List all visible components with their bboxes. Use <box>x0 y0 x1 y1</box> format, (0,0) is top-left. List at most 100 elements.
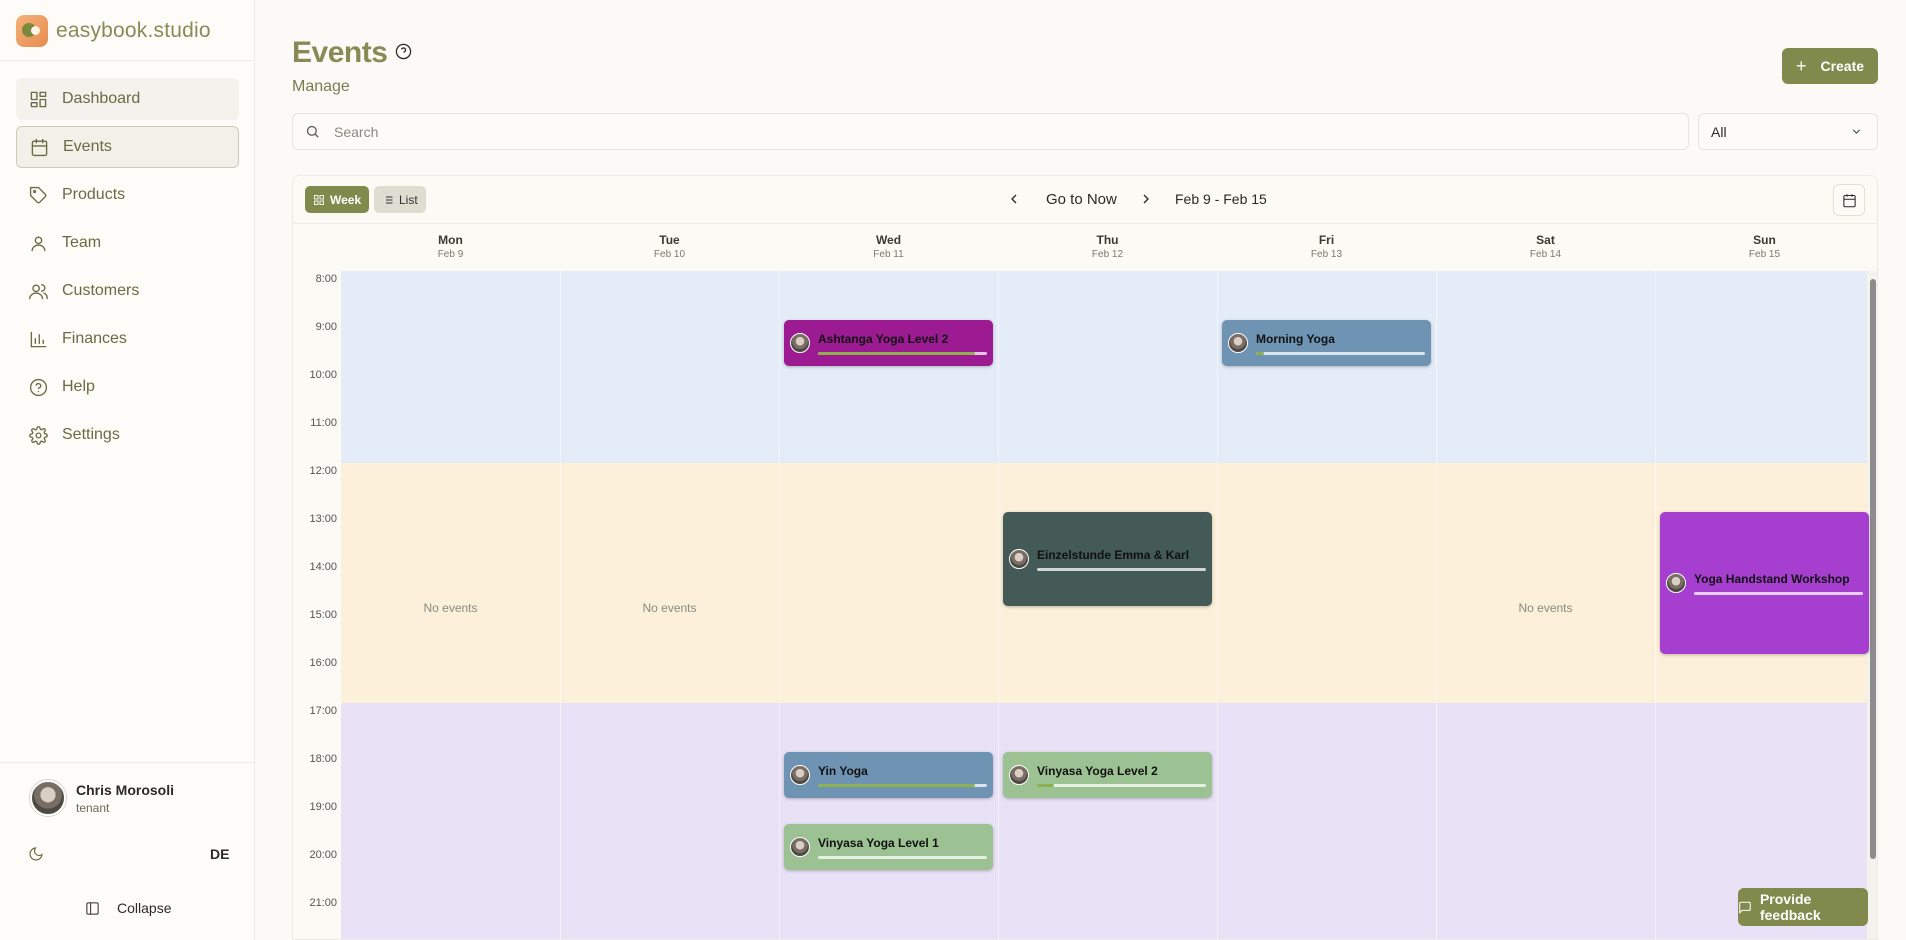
sidebar-item-label: Team <box>62 234 102 251</box>
event-title: Vinyasa Yoga Level 1 <box>818 835 939 850</box>
event-card[interactable]: Morning Yoga <box>1222 320 1431 366</box>
day-name: Tue <box>659 233 680 247</box>
sidebar-item-label: Help <box>62 378 95 395</box>
filter-value: All <box>1711 123 1727 140</box>
calendar-icon <box>29 137 49 157</box>
calendar-toolbar: Week List Go to Now Feb 9 - Feb 15 <box>293 176 1877 224</box>
next-week-button[interactable] <box>1138 191 1154 207</box>
event-title: Yoga Handstand Workshop <box>1694 571 1850 586</box>
logo-icon <box>16 15 48 47</box>
hour-label: 8:00 <box>315 273 337 285</box>
sidebar-item-label: Finances <box>62 330 127 347</box>
page-title: Events <box>292 36 388 69</box>
tag-icon <box>28 185 48 205</box>
avatar <box>1009 549 1029 569</box>
brand-name: easybook.studio <box>56 19 211 42</box>
column-divider <box>1655 271 1656 939</box>
go-to-now-button[interactable]: Go to Now <box>1046 191 1117 208</box>
day-header-sun: Sun Feb 15 <box>1655 233 1874 260</box>
event-card[interactable]: Ashtanga Yoga Level 2 <box>784 320 993 366</box>
day-header-mon: Mon Feb 9 <box>341 233 560 260</box>
hour-label: 10:00 <box>309 369 337 381</box>
provide-feedback-button[interactable]: Provide feedback <box>1738 888 1868 926</box>
sidebar-item-products[interactable]: Products <box>16 174 239 216</box>
user-name: Chris Morosoli <box>76 781 175 798</box>
divider <box>0 762 255 763</box>
moon-icon[interactable] <box>28 846 44 862</box>
evening-band <box>341 703 1867 939</box>
day-date: Feb 14 <box>1529 249 1562 260</box>
day-date: Feb 10 <box>653 249 686 260</box>
sidebar-item-events[interactable]: Events <box>16 126 239 168</box>
scroll-thumb[interactable] <box>1870 279 1876 859</box>
day-header-sat: Sat Feb 14 <box>1436 233 1655 260</box>
gear-icon <box>28 425 48 445</box>
avatar <box>790 765 810 785</box>
brand[interactable]: easybook.studio <box>16 15 211 47</box>
search-input[interactable] <box>334 123 1634 140</box>
users-icon <box>28 281 48 301</box>
user-profile[interactable]: Chris Morosoli tenant <box>30 780 174 816</box>
previous-week-button[interactable] <box>1006 191 1022 207</box>
sidebar-toggle-icon <box>86 901 99 915</box>
day-date: Feb 12 <box>1091 249 1124 260</box>
sidebar-item-settings[interactable]: Settings <box>16 414 239 456</box>
hour-label: 13:00 <box>309 513 337 525</box>
collapse-button[interactable]: Collapse <box>85 900 171 916</box>
day-name: Sat <box>1536 233 1555 247</box>
page-subtitle: Manage <box>292 78 350 95</box>
language-toggle[interactable]: DE <box>210 846 229 862</box>
sidebar-item-finances[interactable]: Finances <box>16 318 239 360</box>
event-title: Yin Yoga <box>818 763 868 778</box>
event-card[interactable]: Vinyasa Yoga Level 1 <box>784 824 993 870</box>
date-picker-button[interactable] <box>1833 184 1865 216</box>
day-date: Feb 11 <box>873 249 904 260</box>
help-circle-icon <box>28 377 48 397</box>
sidebar-nav: Dashboard Events Products Team Customers <box>16 78 239 462</box>
filter-select[interactable]: All <box>1698 113 1878 150</box>
day-name: Thu <box>1096 233 1119 247</box>
event-title: Vinyasa Yoga Level 2 <box>1037 763 1158 778</box>
event-card[interactable]: Yin Yoga <box>784 752 993 798</box>
event-capacity-bar <box>1256 351 1425 355</box>
event-title: Einzelstunde Emma & Karl <box>1037 547 1190 562</box>
sidebar-item-customers[interactable]: Customers <box>16 270 239 312</box>
date-range: Feb 9 - Feb 15 <box>1175 191 1267 207</box>
list-view-label: List <box>399 192 418 207</box>
sidebar-item-label: Customers <box>62 282 140 299</box>
user-icon <box>28 233 48 253</box>
sidebar-item-label: Dashboard <box>62 90 141 107</box>
day-name: Mon <box>438 233 463 247</box>
create-button[interactable]: + Create <box>1782 48 1878 84</box>
event-card[interactable]: Vinyasa Yoga Level 2 <box>1003 752 1212 798</box>
list-view-button[interactable]: List <box>374 186 426 213</box>
feedback-label: Provide feedback <box>1759 891 1821 923</box>
no-events-label: No events <box>642 601 697 615</box>
help-circle-icon[interactable] <box>395 43 412 60</box>
event-title: Morning Yoga <box>1256 331 1335 346</box>
event-capacity-fill <box>1256 351 1265 355</box>
avatar <box>30 780 66 816</box>
sidebar-item-dashboard[interactable]: Dashboard <box>16 78 239 120</box>
avatar <box>1228 333 1248 353</box>
event-card[interactable]: Yoga Handstand Workshop <box>1660 512 1869 654</box>
day-header-thu: Thu Feb 12 <box>998 233 1217 260</box>
calendar-icon <box>1842 193 1856 207</box>
event-capacity-bar <box>818 351 987 355</box>
hour-label: 9:00 <box>315 321 337 333</box>
event-capacity-bar <box>818 855 987 859</box>
day-name: Sun <box>1753 233 1776 247</box>
chevron-left-icon <box>1011 194 1017 204</box>
hour-label: 17:00 <box>309 705 337 717</box>
event-card[interactable]: Einzelstunde Emma & Karl <box>1003 512 1212 606</box>
sidebar-item-team[interactable]: Team <box>16 222 239 264</box>
sidebar-item-help[interactable]: Help <box>16 366 239 408</box>
hour-label: 14:00 <box>309 561 337 573</box>
column-divider <box>998 271 999 939</box>
week-view-label: Week <box>330 192 362 207</box>
day-date: Feb 13 <box>1310 249 1343 260</box>
event-capacity-fill <box>818 351 976 355</box>
week-view-button[interactable]: Week <box>305 186 370 213</box>
user-role: tenant <box>76 800 110 815</box>
day-header-wed: Wed Feb 11 <box>779 233 998 260</box>
